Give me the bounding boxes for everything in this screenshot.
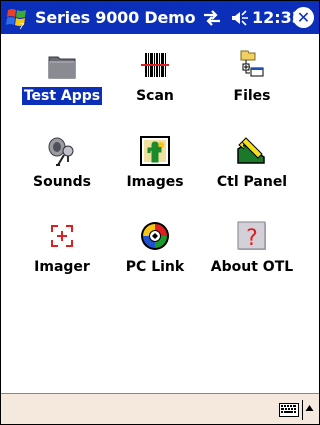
- program-window: 7 Series 9000 Demo 12:33 ✕ Test Apps Sca…: [0, 0, 320, 425]
- folder-icon: [48, 56, 76, 79]
- control-panel-icon: [237, 137, 265, 164]
- program-test-apps[interactable]: Test Apps: [12, 49, 112, 117]
- image-icon: [140, 136, 170, 166]
- program-label: Test Apps: [21, 87, 103, 105]
- program-about-otl[interactable]: ? About OTL: [202, 220, 302, 288]
- barcode-icon: [141, 53, 169, 77]
- svg-text:?: ?: [246, 226, 258, 251]
- speaker-microphone-icon: [48, 137, 74, 166]
- program-control-panel[interactable]: Ctl Panel: [202, 135, 302, 203]
- close-icon[interactable]: ✕: [293, 7, 314, 28]
- program-scan[interactable]: Scan: [105, 49, 205, 117]
- program-files[interactable]: Files: [202, 49, 302, 117]
- file-explorer-icon: [240, 50, 264, 77]
- volume-icon[interactable]: [230, 9, 250, 27]
- program-label: Imager: [34, 259, 90, 275]
- title-bar: 7 Series 9000 Demo 12:33 ✕: [1, 1, 319, 34]
- program-label: Sounds: [33, 174, 91, 190]
- keyboard-icon[interactable]: [279, 403, 299, 417]
- imager-target-icon: [51, 225, 73, 247]
- about-question-icon: ?: [237, 221, 266, 251]
- program-label: Images: [126, 174, 184, 190]
- program-label: Ctl Panel: [216, 174, 288, 190]
- program-label: Scan: [136, 88, 174, 104]
- bottom-menu-bar: [1, 393, 319, 424]
- program-label: Files: [233, 88, 271, 104]
- program-pc-link[interactable]: PC Link: [105, 220, 205, 288]
- program-label: PC Link: [125, 259, 185, 275]
- input-menu-arrow-icon[interactable]: [305, 404, 314, 412]
- program-imager[interactable]: Imager: [12, 220, 112, 288]
- pc-link-icon: [141, 222, 169, 250]
- program-label: About OTL: [210, 259, 294, 275]
- connectivity-icon[interactable]: [201, 9, 223, 27]
- window-title: Series 9000 Demo: [35, 8, 196, 27]
- divider: [302, 400, 303, 420]
- program-images[interactable]: Images: [105, 135, 205, 203]
- program-sounds[interactable]: Sounds: [12, 135, 112, 203]
- windows-flag-icon[interactable]: 7: [5, 6, 31, 30]
